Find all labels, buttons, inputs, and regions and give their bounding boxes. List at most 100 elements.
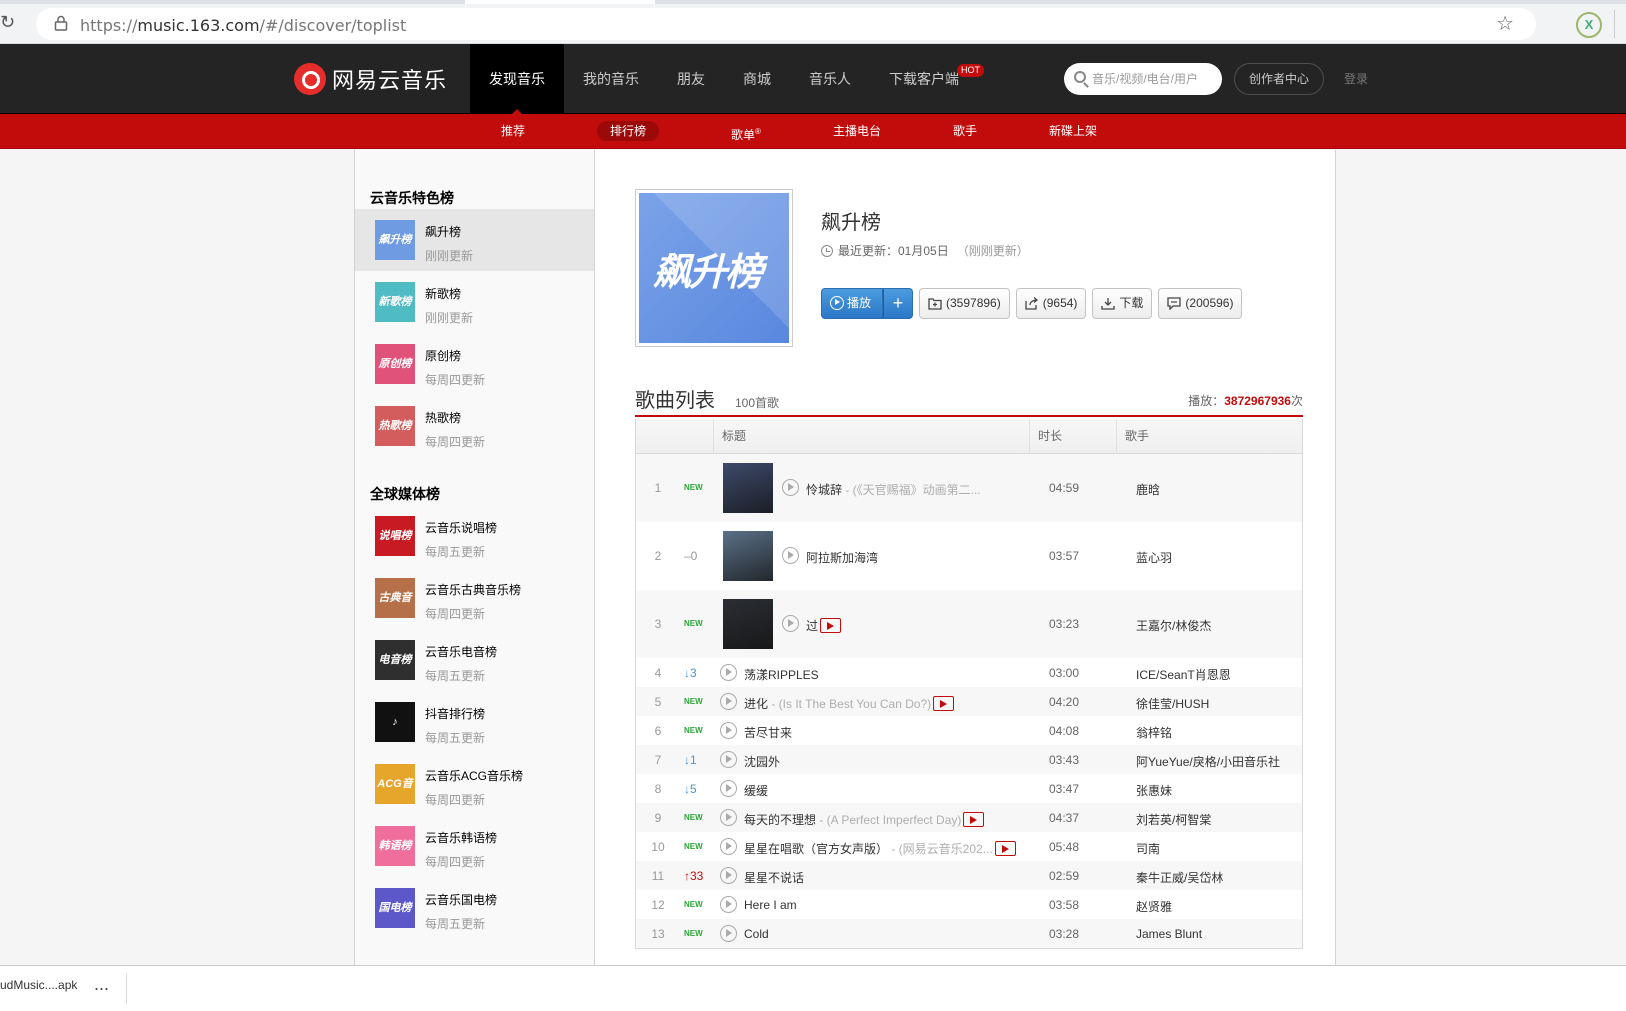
song-artist[interactable]: 翁梓铭: [1136, 724, 1172, 741]
song-name[interactable]: Here I am: [744, 898, 797, 912]
song-row[interactable]: 9 NEW 每天的不理想 - (A Perfect Imperfect Day) 04…: [636, 803, 1302, 832]
nav-my-music[interactable]: 我的音乐: [564, 44, 658, 114]
album-thumbnail[interactable]: [723, 531, 773, 581]
mv-icon[interactable]: [820, 618, 842, 633]
song-row[interactable]: 1 NEW 怜城辞 - (《天官赐福》动画第二... 04:59 鹿晗: [636, 454, 1302, 522]
play-song-icon[interactable]: [720, 896, 737, 913]
toplist-cover[interactable]: ACG音乐榜: [375, 764, 415, 804]
toplist-cover[interactable]: 国电榜: [375, 888, 415, 928]
song-artist[interactable]: 鹿晗: [1136, 481, 1160, 498]
toplist-name[interactable]: 云音乐电音榜: [425, 643, 497, 660]
song-name[interactable]: 苦尽甘来: [744, 726, 792, 740]
play-song-icon[interactable]: [720, 751, 737, 768]
song-title[interactable]: 过: [806, 617, 842, 634]
song-title[interactable]: 星星不说话: [744, 869, 804, 886]
toplist-cover[interactable]: 韩语榜: [375, 826, 415, 866]
song-name[interactable]: 怜城辞: [806, 483, 842, 497]
song-name[interactable]: 阿拉斯加海湾: [806, 551, 878, 565]
song-name[interactable]: 荡漾RIPPLES: [744, 668, 819, 682]
song-name[interactable]: 星星在唱歌（官方女声版）: [744, 842, 888, 856]
sidebar-item[interactable]: 飙升榜 飙升榜 刚刚更新: [355, 209, 594, 271]
play-song-icon[interactable]: [720, 838, 737, 855]
toplist-cover[interactable]: 原创榜: [375, 344, 415, 384]
song-artist[interactable]: 赵贤雅: [1136, 898, 1172, 915]
search-box[interactable]: [1064, 63, 1222, 95]
site-logo[interactable]: 网易云音乐: [294, 62, 447, 96]
song-name[interactable]: 星星不说话: [744, 871, 804, 885]
sidebar-item[interactable]: 电音榜 云音乐电音榜 每周五更新: [355, 629, 594, 691]
toplist-name[interactable]: 云音乐古典音乐榜: [425, 581, 521, 598]
toplist-name[interactable]: 新歌榜: [425, 285, 461, 302]
mv-icon[interactable]: [963, 812, 985, 827]
song-title[interactable]: 怜城辞 - (《天官赐福》动画第二...: [806, 481, 981, 498]
song-name[interactable]: 缓缓: [744, 784, 768, 798]
song-row[interactable]: 2 –0 阿拉斯加海湾 03:57 蓝心羽: [636, 522, 1302, 590]
song-title[interactable]: 荡漾RIPPLES: [744, 666, 819, 683]
reload-icon[interactable]: ↻: [0, 12, 20, 32]
album-thumbnail[interactable]: [723, 599, 773, 649]
nav-discover[interactable]: 发现音乐: [470, 44, 564, 115]
comment-button[interactable]: (200596): [1158, 288, 1243, 319]
song-row[interactable]: 4 ↓3 荡漾RIPPLES 03:00 ICE/SeanT肖恩恩: [636, 658, 1302, 687]
sidebar-item[interactable]: ACG音乐榜云音乐ACG音乐榜每周四更新: [355, 753, 594, 815]
subnav-artist[interactable]: 歌手: [940, 114, 990, 149]
subnav-djradio[interactable]: 主播电台: [820, 114, 894, 149]
toplist-name[interactable]: 云音乐ACG音乐榜: [425, 767, 523, 784]
song-artist[interactable]: 秦牛正威/吴岱林: [1136, 869, 1223, 886]
play-song-icon[interactable]: [720, 925, 737, 942]
song-name[interactable]: 过: [806, 619, 818, 633]
toplist-cover[interactable]: 新歌榜: [375, 282, 415, 322]
sidebar-item[interactable]: 热歌榜 热歌榜 每周四更新: [355, 395, 594, 457]
extension-icon[interactable]: X: [1576, 12, 1602, 38]
song-row[interactable]: 10 NEW 星星在唱歌（官方女声版） - (网易云音乐202... 05:48 司南: [636, 832, 1302, 861]
song-title[interactable]: 苦尽甘来: [744, 724, 792, 741]
sidebar-item[interactable]: 国电榜 云音乐国电榜 每周五更新: [355, 877, 594, 939]
song-row[interactable]: 13 NEW Cold 03:28 James Blunt: [636, 919, 1302, 948]
play-song-icon[interactable]: [720, 664, 737, 681]
sidebar-item[interactable]: 新歌榜 新歌榜 刚刚更新: [355, 271, 594, 333]
play-button[interactable]: 播放: [821, 288, 883, 319]
song-artist[interactable]: 阿YueYue/戾格/小田音乐社: [1136, 753, 1280, 770]
play-song-icon[interactable]: [782, 615, 799, 632]
song-artist[interactable]: 王嘉尔/林俊杰: [1136, 617, 1211, 634]
subnav-new-album[interactable]: 新碟上架: [1036, 114, 1110, 149]
play-song-icon[interactable]: [720, 722, 737, 739]
song-name[interactable]: 沈园外: [744, 755, 780, 769]
toplist-name[interactable]: 抖音排行榜: [425, 705, 485, 722]
song-artist[interactable]: 蓝心羽: [1136, 549, 1172, 566]
song-row[interactable]: 6 NEW 苦尽甘来 04:08 翁梓铭: [636, 716, 1302, 745]
mv-icon[interactable]: [994, 841, 1016, 856]
subnav-playlist[interactable]: 歌单®: [718, 114, 774, 149]
song-title[interactable]: 进化 - (Is It The Best You Can Do?): [744, 695, 955, 712]
song-title[interactable]: 阿拉斯加海湾: [806, 549, 878, 566]
url-text[interactable]: https://music.163.com/#/discover/toplist: [80, 16, 406, 35]
active-tab[interactable]: [465, 0, 655, 4]
nav-friends[interactable]: 朋友: [658, 44, 724, 114]
sidebar-item[interactable]: 原创榜 原创榜 每周四更新: [355, 333, 594, 395]
mv-icon[interactable]: [933, 696, 955, 711]
song-title[interactable]: 星星在唱歌（官方女声版） - (网易云音乐202...: [744, 840, 1016, 857]
song-row[interactable]: 8 ↓5 缓缓 03:47 张惠妹: [636, 774, 1302, 803]
song-name[interactable]: 每天的不理想: [744, 813, 816, 827]
song-artist[interactable]: 司南: [1136, 840, 1160, 857]
creator-center-button[interactable]: 创作者中心: [1234, 63, 1324, 95]
toplist-name[interactable]: 原创榜: [425, 347, 461, 364]
song-artist[interactable]: 徐佳莹/HUSH: [1136, 695, 1209, 712]
play-song-icon[interactable]: [782, 547, 799, 564]
more-options-icon[interactable]: ...: [94, 974, 109, 995]
song-title[interactable]: 每天的不理想 - (A Perfect Imperfect Day): [744, 811, 985, 828]
play-song-icon[interactable]: [720, 867, 737, 884]
song-title[interactable]: 沈园外: [744, 753, 780, 770]
nav-download-client[interactable]: 下载客户端 HOT: [870, 44, 984, 114]
subnav-toplist[interactable]: 排行榜: [584, 114, 672, 149]
toplist-name[interactable]: 云音乐韩语榜: [425, 829, 497, 846]
nav-musician[interactable]: 音乐人: [790, 44, 870, 114]
toplist-cover[interactable]: 热歌榜: [375, 406, 415, 446]
subnav-recommend[interactable]: 推荐: [488, 114, 538, 149]
song-title[interactable]: Cold: [744, 927, 769, 941]
toplist-name[interactable]: 飙升榜: [425, 223, 461, 240]
sidebar-item[interactable]: ♪ 抖音排行榜 每周五更新: [355, 691, 594, 753]
address-bar[interactable]: https://music.163.com/#/discover/toplist…: [36, 8, 1536, 40]
toplist-name[interactable]: 云音乐说唱榜: [425, 519, 497, 536]
toplist-cover[interactable]: 古典音乐榜: [375, 578, 415, 618]
